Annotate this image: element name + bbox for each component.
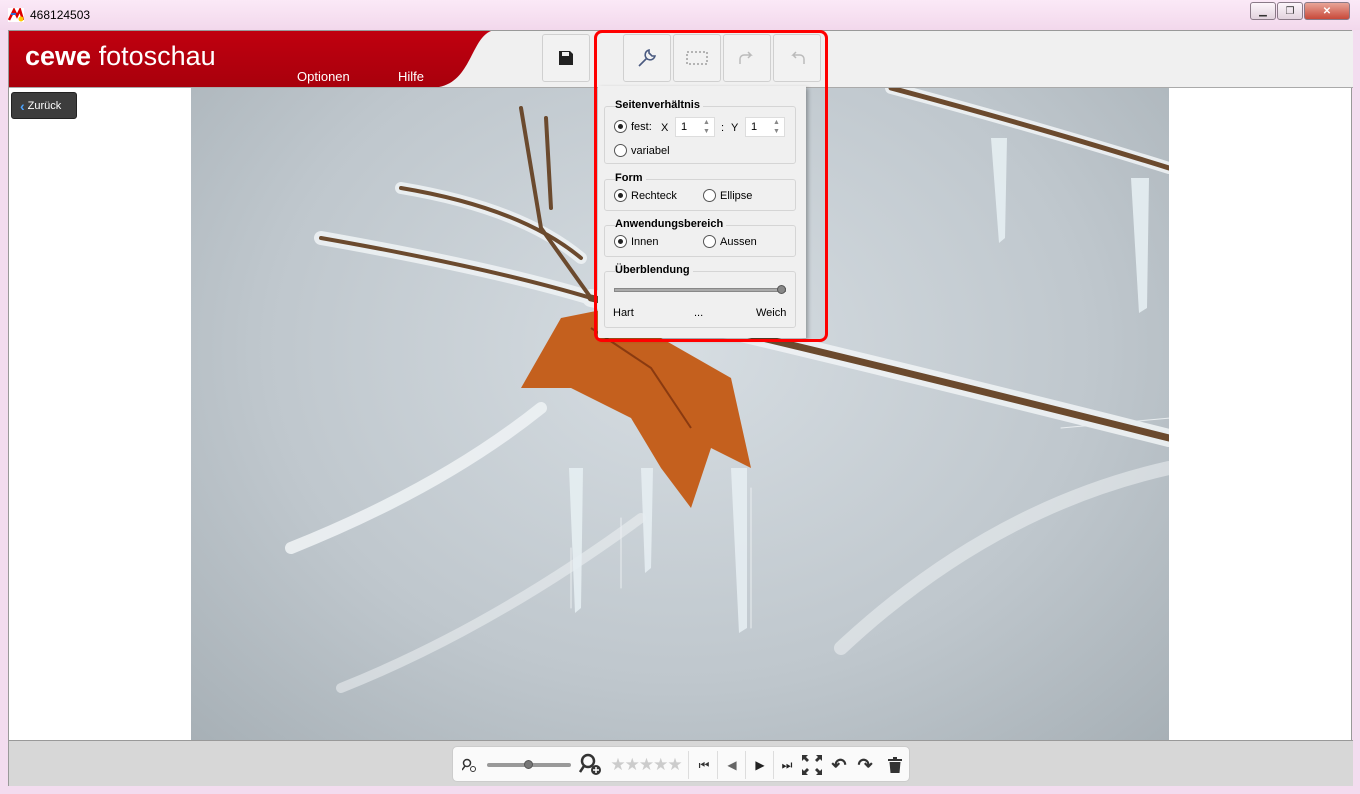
maximize-button[interactable]: ❐ <box>1277 2 1303 20</box>
rotate-right-button[interactable]: ↷ <box>853 747 877 783</box>
star-icon[interactable]: ★ <box>667 755 682 775</box>
fullscreen-button[interactable] <box>800 747 824 783</box>
star-icon[interactable]: ★ <box>625 755 640 775</box>
chevron-left-icon: ‹ <box>20 97 25 114</box>
rotate-left-button[interactable]: ↶ <box>827 747 851 783</box>
skip-last-icon: ⏭ <box>781 757 793 772</box>
previous-icon: ◀ <box>727 758 737 772</box>
delete-button[interactable] <box>883 747 907 783</box>
window-title: 468124503 <box>30 8 91 22</box>
zoom-in-icon <box>579 753 601 775</box>
next-icon: ▶ <box>755 758 765 772</box>
back-button[interactable]: ‹ Zurück <box>11 92 77 119</box>
zoom-slider-thumb[interactable] <box>524 760 533 769</box>
menu-hilfe[interactable]: Hilfe <box>398 69 424 84</box>
skip-first-icon: ⏮ <box>698 757 710 772</box>
star-icon[interactable]: ★ <box>610 755 625 775</box>
app-icon <box>8 8 24 22</box>
save-icon <box>559 51 573 65</box>
zoom-out-button[interactable] <box>459 747 479 783</box>
zoom-in-button[interactable] <box>577 747 605 783</box>
last-button[interactable]: ⏭ <box>774 747 800 783</box>
bottom-bar: ★ ★ ★ ★ ★ ⏮ ◀ ▶ ⏭ ↶ ↷ <box>9 740 1353 786</box>
trash-icon <box>888 757 902 773</box>
close-button[interactable]: ✕ <box>1304 2 1350 20</box>
previous-button[interactable]: ◀ <box>718 747 746 783</box>
title-bar: 468124503 ▁ ❐ ✕ <box>0 0 1360 30</box>
back-label: Zurück <box>27 99 62 112</box>
menu-optionen[interactable]: Optionen <box>297 69 350 84</box>
fullscreen-icon <box>802 755 822 775</box>
first-button[interactable]: ⏮ <box>691 747 717 783</box>
star-icon[interactable]: ★ <box>653 755 668 775</box>
zoom-out-icon <box>462 758 476 772</box>
rating-stars[interactable]: ★ ★ ★ ★ ★ <box>605 747 687 783</box>
brand-logo: cewe fotoschau <box>25 41 216 72</box>
save-button[interactable] <box>542 34 590 82</box>
brand-bold: cewe <box>25 41 92 71</box>
star-icon[interactable]: ★ <box>639 755 654 775</box>
next-button[interactable]: ▶ <box>746 747 774 783</box>
bottom-toolbar: ★ ★ ★ ★ ★ ⏮ ◀ ▶ ⏭ ↶ ↷ <box>452 746 910 782</box>
brand-light: fotoschau <box>98 41 216 71</box>
rotate-left-icon: ↶ <box>831 754 847 775</box>
minimize-button[interactable]: ▁ <box>1250 2 1276 20</box>
highlight-outline <box>594 30 828 342</box>
zoom-slider[interactable] <box>487 760 571 769</box>
rotate-right-icon: ↷ <box>857 754 873 775</box>
